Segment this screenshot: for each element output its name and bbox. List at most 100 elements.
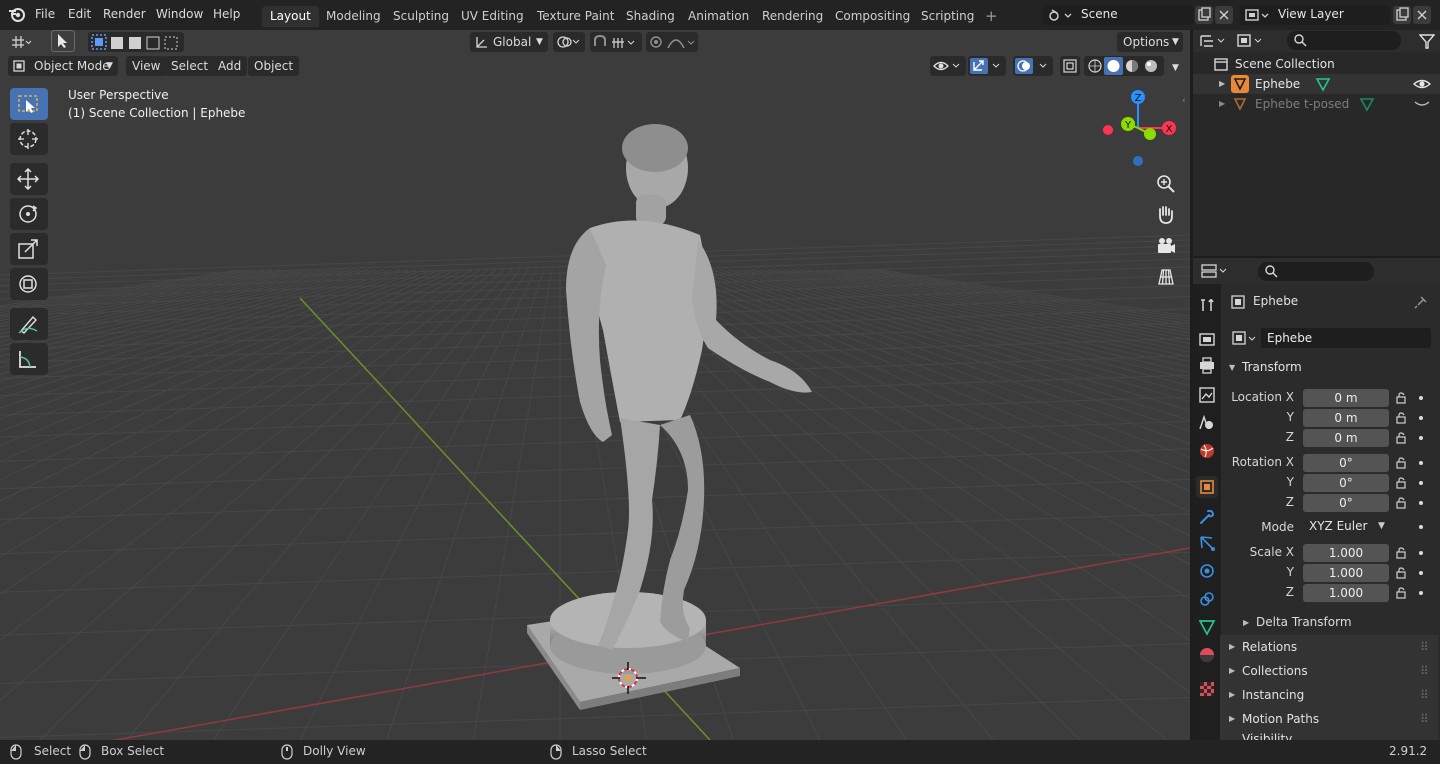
drag-handle-icon[interactable]: ⠿ <box>1420 707 1429 731</box>
new-view-layer-button[interactable] <box>1393 6 1411 24</box>
lock-icon[interactable] <box>1396 547 1408 559</box>
transform-panel-title[interactable]: Transform <box>1242 360 1302 374</box>
scale-y-field[interactable]: 1.000 <box>1303 564 1389 582</box>
relations-panel-header[interactable]: ▶ Relations ⠿ <box>1220 635 1438 659</box>
keyframe-dot-icon[interactable] <box>1419 571 1423 575</box>
gizmo-neg-y-axis[interactable] <box>1144 128 1156 140</box>
location-y-field[interactable]: 0 m <box>1303 409 1389 427</box>
properties-search-input[interactable] <box>1258 262 1374 281</box>
keyframe-dot-icon[interactable] <box>1419 591 1423 595</box>
tab-compositing[interactable]: Compositing <box>827 6 918 27</box>
add-workspace-button[interactable]: + <box>977 6 1006 27</box>
3d-viewport[interactable]: Global ▼ Options ▼ Object Mode ▼ View Se… <box>0 30 1190 740</box>
tab-object-data[interactable] <box>1196 616 1218 638</box>
delete-view-layer-button[interactable] <box>1413 6 1431 24</box>
measure-tool[interactable] <box>10 343 48 375</box>
display-mode-dropdown[interactable] <box>1235 31 1269 51</box>
keyframe-dot-icon[interactable] <box>1419 481 1423 485</box>
overlays-toggle[interactable] <box>1013 56 1053 76</box>
scale-z-field[interactable]: 1.000 <box>1303 584 1389 602</box>
keyframe-dot-icon[interactable] <box>1419 501 1423 505</box>
tab-sculpting[interactable]: Sculpting <box>385 6 457 27</box>
visibility-dropdown[interactable] <box>930 56 966 76</box>
lock-icon[interactable] <box>1396 587 1408 599</box>
scene-selector[interactable]: Scene <box>1043 5 1193 25</box>
transform-tool[interactable] <box>10 268 48 300</box>
tab-scripting[interactable]: Scripting <box>913 6 982 27</box>
cursor-tool[interactable] <box>10 123 48 155</box>
rotation-z-field[interactable]: 0° <box>1303 494 1389 512</box>
drag-handle-icon[interactable]: ⠿ <box>1420 683 1429 707</box>
menu-add[interactable]: Add <box>212 56 248 76</box>
lock-icon[interactable] <box>1396 567 1408 579</box>
transform-pivot-dropdown[interactable] <box>6 32 40 52</box>
lock-icon[interactable] <box>1396 392 1408 404</box>
properties-editor-type-dropdown[interactable] <box>1199 261 1233 281</box>
snap-toggle-group[interactable] <box>590 32 642 52</box>
keyframe-dot-icon[interactable] <box>1419 436 1423 440</box>
tab-shading[interactable]: Shading <box>618 6 683 27</box>
transform-orientation-dropdown[interactable]: Global ▼ <box>470 32 548 52</box>
tab-layout[interactable]: Layout <box>262 6 319 27</box>
navigation-gizmo[interactable]: Z X Y <box>1098 88 1180 170</box>
pivot-point-dropdown[interactable] <box>553 32 585 52</box>
rotate-tool[interactable] <box>10 198 48 230</box>
drag-handle-icon[interactable]: ⠿ <box>1420 659 1429 683</box>
outliner-scene-collection[interactable]: Scene Collection <box>1193 54 1440 74</box>
keyframe-dot-icon[interactable] <box>1419 461 1423 465</box>
collections-panel-header[interactable]: ▶ Collections ⠿ <box>1220 659 1438 683</box>
lock-icon[interactable] <box>1396 412 1408 424</box>
viewport-canvas[interactable] <box>0 30 1190 740</box>
pin-icon[interactable] <box>1414 295 1428 309</box>
shading-options-dropdown[interactable]: ▼ <box>1166 56 1186 76</box>
object-mode-dropdown[interactable]: Object Mode ▼ <box>8 56 118 76</box>
editor-type-dropdown[interactable] <box>1197 31 1231 51</box>
rotation-mode-dropdown[interactable]: XYZ Euler ▼ <box>1303 518 1391 536</box>
gizmo-toggle[interactable] <box>968 56 1006 76</box>
location-z-field[interactable]: 0 m <box>1303 429 1389 447</box>
tab-material[interactable] <box>1196 644 1218 666</box>
lock-icon[interactable] <box>1396 432 1408 444</box>
tab-texture-paint[interactable]: Texture Paint <box>529 6 622 27</box>
rotation-x-field[interactable]: 0° <box>1303 454 1389 472</box>
outliner-item[interactable]: ▶ Ephebe t-posed <box>1193 94 1440 114</box>
tab-render[interactable] <box>1196 328 1218 350</box>
location-x-field[interactable]: 0 m <box>1303 389 1389 407</box>
delete-scene-button[interactable] <box>1215 6 1233 24</box>
keyframe-dot-icon[interactable] <box>1419 416 1423 420</box>
menu-select[interactable]: Select <box>165 56 215 76</box>
object-name-field[interactable]: Ephebe <box>1261 328 1431 348</box>
keyframe-dot-icon[interactable] <box>1419 551 1423 555</box>
annotate-tool[interactable] <box>10 308 48 340</box>
menu-view[interactable]: View <box>126 56 167 76</box>
tab-tool[interactable] <box>1196 294 1218 316</box>
new-scene-button[interactable] <box>1195 6 1213 24</box>
select-mode-button[interactable] <box>51 30 75 52</box>
collapse-arrow-icon[interactable]: ▼ <box>1229 363 1235 372</box>
ephebe-statue[interactable] <box>566 124 812 650</box>
keyframe-dot-icon[interactable] <box>1419 525 1423 529</box>
instancing-panel-header[interactable]: ▶ Instancing ⠿ <box>1220 683 1438 707</box>
tab-rendering[interactable]: Rendering <box>754 6 831 27</box>
menu-render[interactable]: Render <box>99 6 150 24</box>
shading-mode-group[interactable] <box>1084 56 1164 76</box>
tab-uv-editing[interactable]: UV Editing <box>453 6 532 27</box>
menu-window[interactable]: Window <box>152 6 207 24</box>
view-layer-selector[interactable]: View Layer <box>1240 5 1390 25</box>
selection-mode-group[interactable] <box>88 32 184 52</box>
menu-help[interactable]: Help <box>209 6 244 24</box>
expand-arrow-icon[interactable]: ▶ <box>1219 74 1225 94</box>
lock-icon[interactable] <box>1396 477 1408 489</box>
tab-output[interactable] <box>1196 354 1218 376</box>
menu-file[interactable]: File <box>31 6 59 24</box>
tab-animation[interactable]: Animation <box>680 6 757 27</box>
sidebar-toggle-icon[interactable]: ‹ <box>1182 96 1186 106</box>
expand-arrow-icon[interactable]: ▶ <box>1219 94 1225 114</box>
tab-texture[interactable] <box>1196 678 1218 700</box>
ortho-toggle-button[interactable] <box>1153 264 1179 290</box>
outliner-search-input[interactable] <box>1287 31 1401 50</box>
rotation-y-field[interactable]: 0° <box>1303 474 1389 492</box>
scale-tool[interactable] <box>10 233 48 265</box>
drag-handle-icon[interactable]: ⠿ <box>1420 635 1429 659</box>
gizmo-neg-z-axis[interactable] <box>1133 156 1143 166</box>
